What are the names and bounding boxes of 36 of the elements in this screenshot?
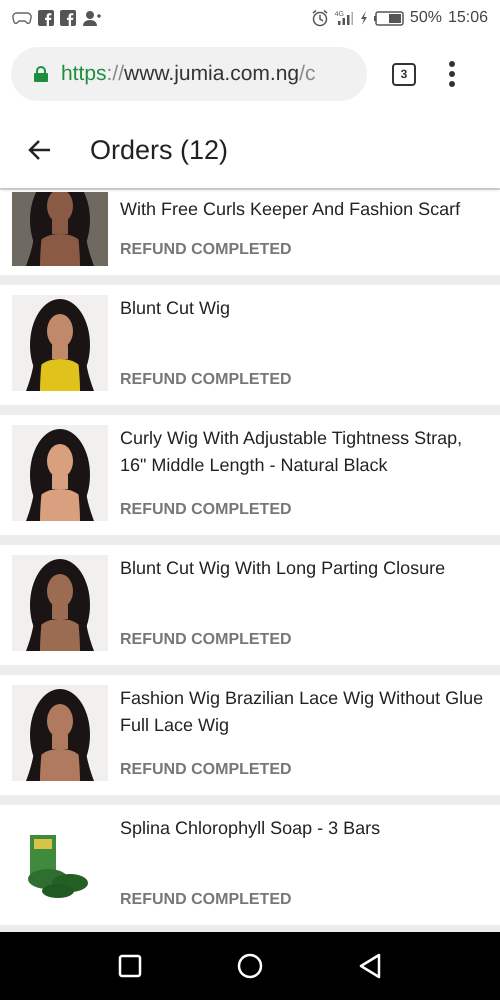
page-title: Orders (12) (90, 134, 228, 166)
tab-count-button[interactable]: 3 (392, 62, 416, 86)
order-status: REFUND COMPLETED (120, 241, 293, 259)
order-card[interactable]: With Free Curls Keeper And Fashion Scarf REFUND COMPLETED (0, 188, 500, 275)
order-status: REFUND COMPLETED (120, 371, 293, 389)
clock-time: 15:06 (448, 9, 488, 27)
order-title: Blunt Cut Wig (120, 297, 232, 320)
battery-percentage: 50% (410, 9, 442, 27)
battery-icon (374, 10, 404, 26)
order-status: REFUND COMPLETED (120, 631, 293, 649)
order-title: Curly Wig With Adjustable Tightness Strap, 16" Middle Length - Natural Black (120, 427, 464, 477)
gamepad-icon (12, 11, 32, 25)
order-status: REFUND COMPLETED (120, 891, 293, 909)
lightning-icon (360, 11, 368, 25)
back-icon[interactable] (358, 953, 382, 979)
order-title: Blunt Cut Wig With Long Parting Closure (120, 557, 446, 580)
order-title: With Free Curls Keeper And Fashion Scarf (120, 198, 462, 221)
address-bar[interactable]: https://www.jumia.com.ng/c (11, 47, 367, 101)
lock-icon (34, 66, 48, 82)
back-arrow-icon[interactable] (27, 139, 51, 161)
order-card[interactable]: Blunt Cut Wig With Long Parting Closure REFUND COMPLETED (0, 545, 500, 665)
more-menu-icon[interactable] (448, 61, 456, 87)
order-card[interactable]: Blunt Cut Wig REFUND COMPLETED (0, 285, 500, 405)
facebook-icon (60, 10, 76, 26)
recent-apps-icon[interactable] (118, 954, 142, 978)
order-status: REFUND COMPLETED (120, 501, 293, 519)
order-card[interactable]: Splina Chlorophyll Soap - 3 Bars REFUND COMPLETED (0, 805, 500, 925)
alarm-icon (310, 9, 329, 27)
order-status: REFUND COMPLETED (120, 761, 293, 779)
order-card[interactable]: Curly Wig With Adjustable Tightness Strap, 16" Middle Length - Natural Black REFUND COMPLETED (0, 415, 500, 535)
order-title: Splina Chlorophyll Soap - 3 Bars (120, 817, 382, 840)
order-card[interactable]: Fashion Wig Brazilian Lace Wig Without Glue Full Lace Wig REFUND COMPLETED (0, 675, 500, 795)
home-icon[interactable] (236, 953, 263, 979)
facebook-icon (38, 10, 54, 26)
order-title: Fashion Wig Brazilian Lace Wig Without Glue Full Lace Wig (120, 687, 484, 737)
add-person-icon (82, 10, 102, 26)
